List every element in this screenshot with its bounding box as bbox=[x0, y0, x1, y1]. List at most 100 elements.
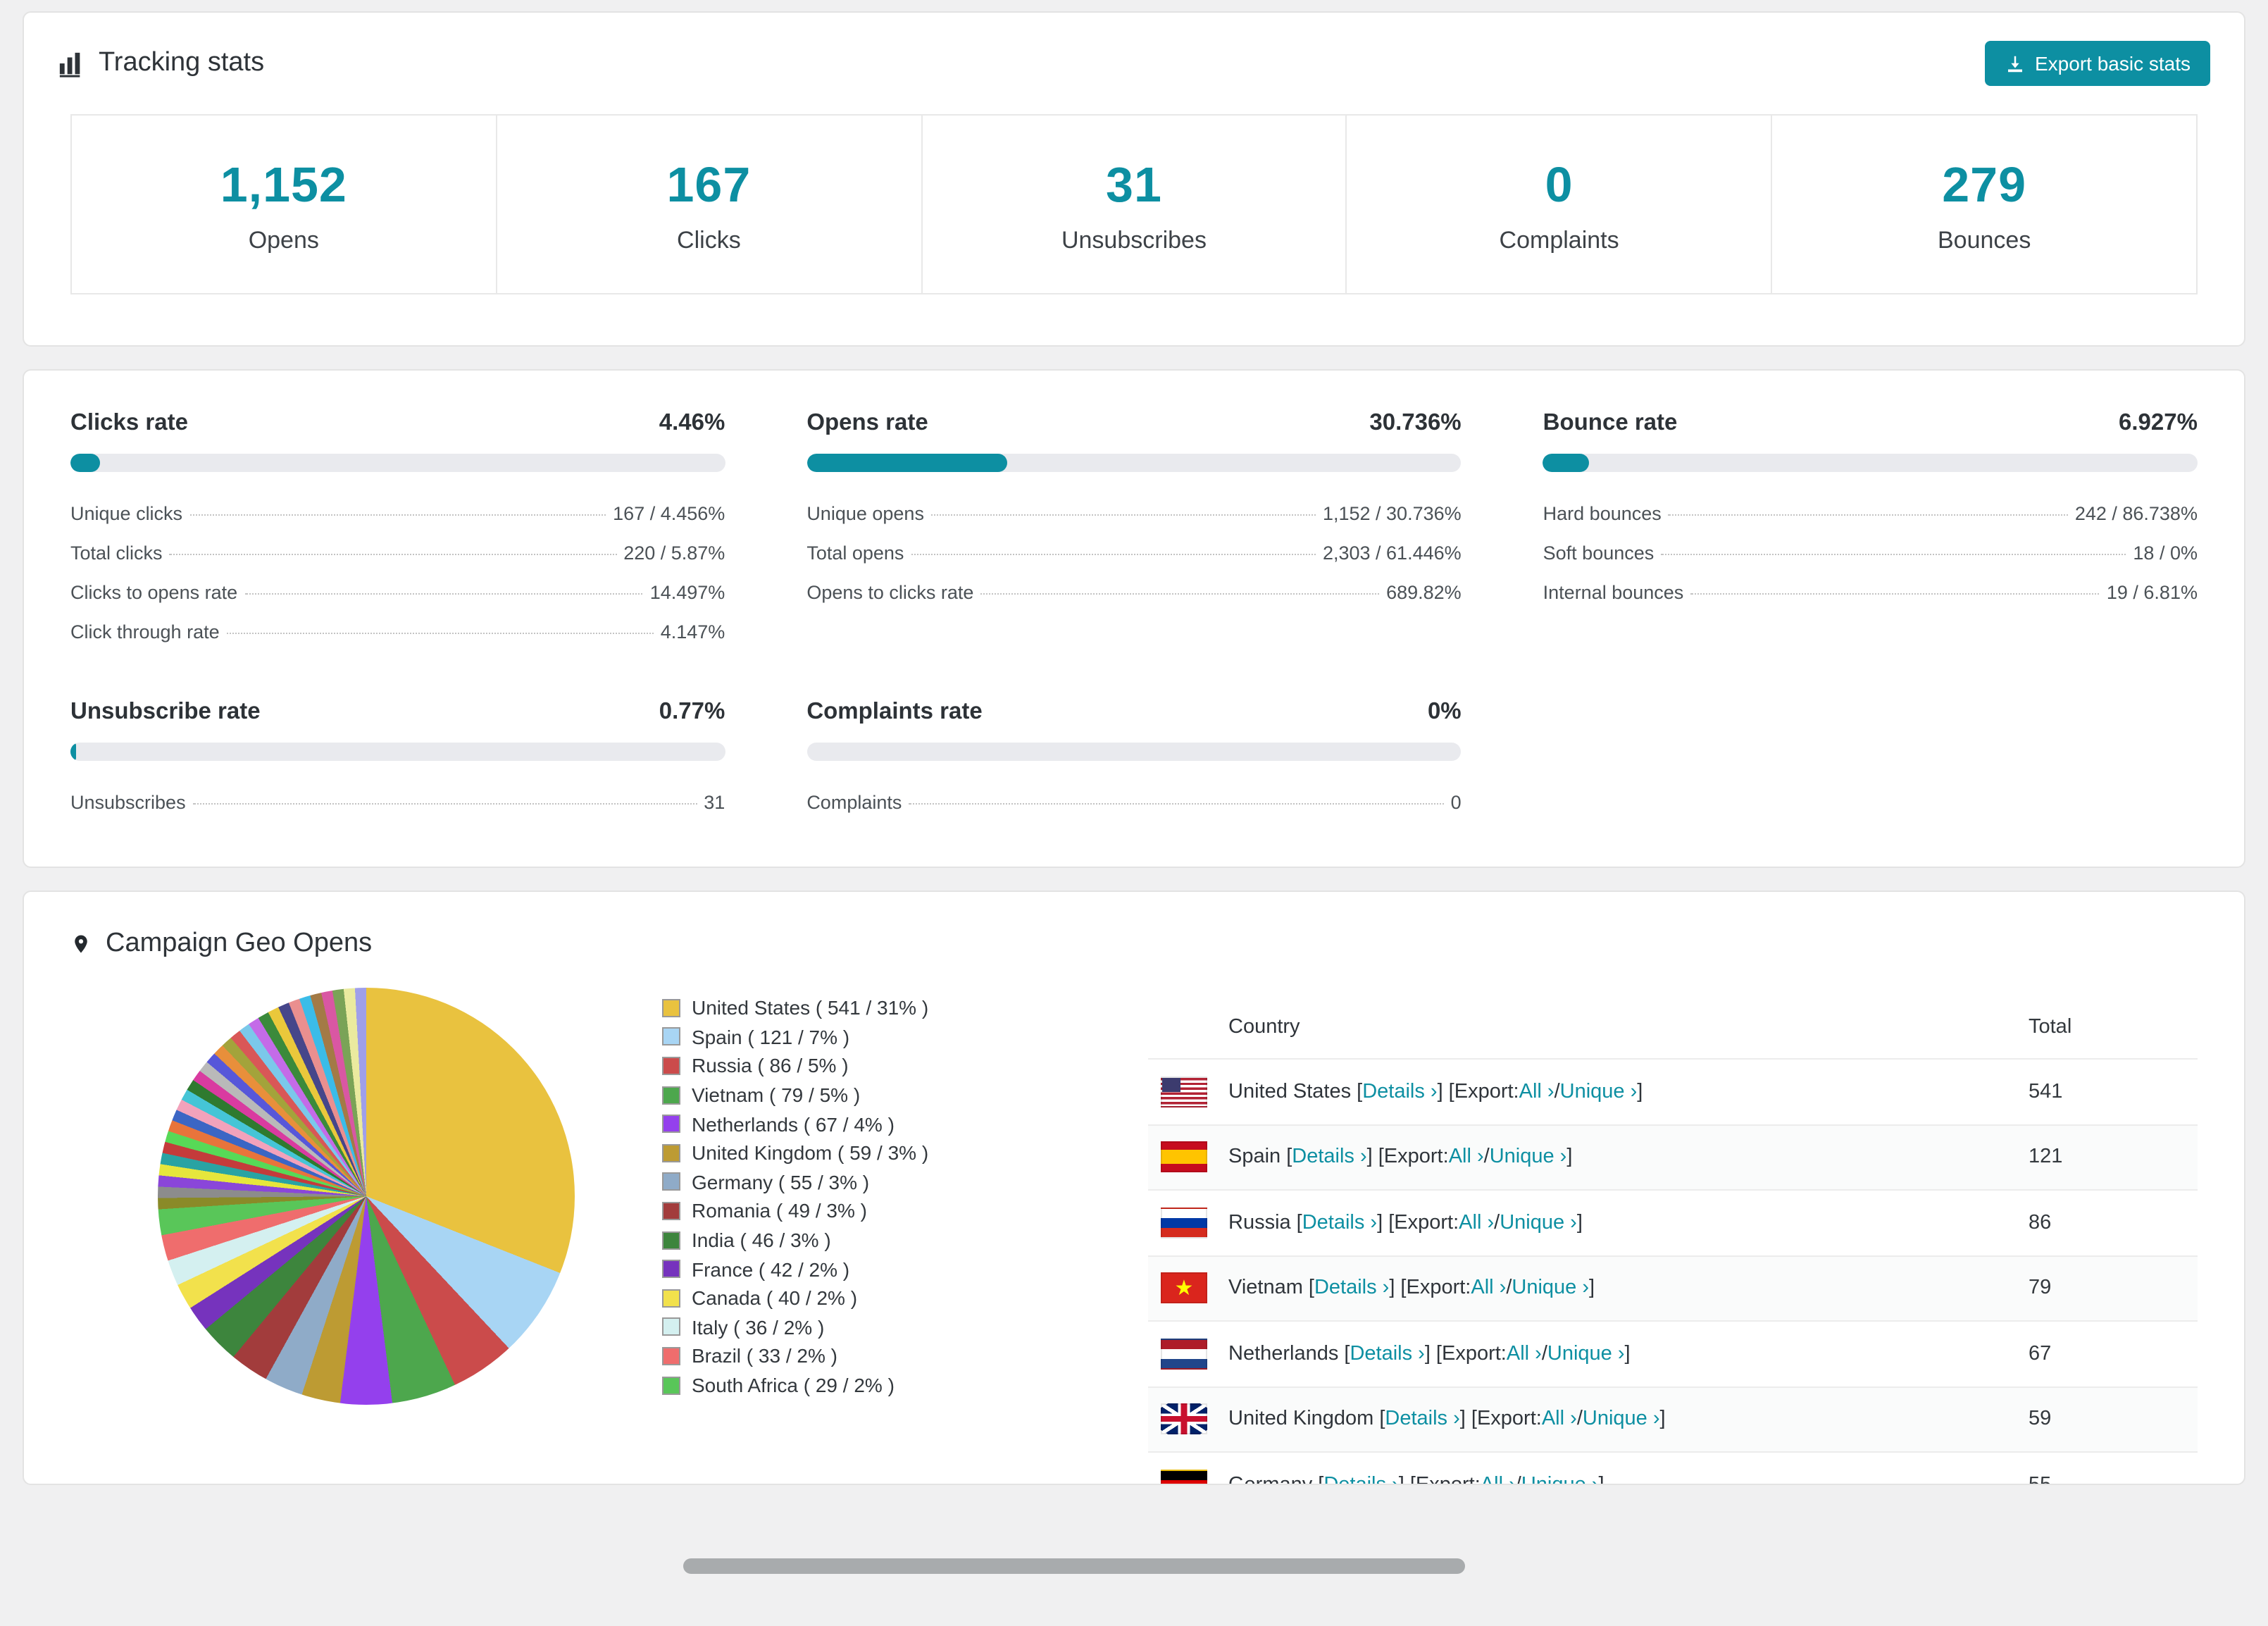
total-cell: 55 bbox=[2029, 1473, 2052, 1485]
export-label: ] [Export: bbox=[1398, 1473, 1481, 1485]
rate-detail-value: 31 bbox=[704, 791, 725, 812]
export-all-link[interactable]: All › bbox=[1507, 1343, 1542, 1365]
legend-label: Italy ( 36 / 2% ) bbox=[692, 1315, 825, 1339]
dotted-leader bbox=[189, 514, 606, 515]
details-link[interactable]: Details › bbox=[1385, 1408, 1459, 1431]
legend-label: France ( 42 / 2% ) bbox=[692, 1258, 850, 1281]
country-name: Russia bbox=[1228, 1211, 1291, 1234]
legend-item: Canada ( 40 / 2% ) bbox=[662, 1284, 1148, 1312]
country-name: United States bbox=[1228, 1080, 1352, 1103]
rate-detail-row: Unique opens 1,152 / 30.736% bbox=[806, 493, 1461, 533]
country-flag-icon bbox=[1161, 1141, 1207, 1173]
rate-progress-bar bbox=[1543, 454, 2198, 472]
legend-item: United States ( 541 / 31% ) bbox=[662, 993, 1148, 1022]
slash-separator: / bbox=[1576, 1408, 1583, 1431]
total-cell: 541 bbox=[2029, 1080, 2063, 1103]
legend-color-swatch bbox=[662, 1086, 680, 1105]
country-cell: Russia [ Details › ] [Export: All › / Un… bbox=[1228, 1212, 2029, 1234]
rate-detail-rows: Unique clicks 167 / 4.456% Total clicks … bbox=[70, 493, 725, 651]
slash-separator: / bbox=[1494, 1211, 1500, 1234]
export-unique-link[interactable]: Unique › bbox=[1547, 1343, 1625, 1365]
export-basic-stats-button[interactable]: Export basic stats bbox=[1984, 41, 2210, 86]
bracket-close: ] bbox=[1566, 1146, 1573, 1169]
rate-detail-label: Clicks to opens rate bbox=[70, 581, 238, 602]
total-cell: 79 bbox=[2029, 1277, 2052, 1300]
export-all-link[interactable]: All › bbox=[1481, 1474, 1516, 1484]
total-column-header: Total bbox=[2029, 1016, 2072, 1038]
legend-label: United Kingdom ( 59 / 3% ) bbox=[692, 1141, 929, 1165]
export-unique-link[interactable]: Unique › bbox=[1521, 1474, 1599, 1484]
bar-chart-icon bbox=[59, 51, 80, 77]
bracket-close: ] bbox=[1659, 1408, 1666, 1431]
rate-value: 0.77% bbox=[659, 699, 725, 724]
export-unique-link[interactable]: Unique › bbox=[1583, 1408, 1660, 1431]
tracking-stats-card: Tracking stats Export basic stats 1,152 … bbox=[23, 11, 2245, 347]
dotted-leader bbox=[1661, 553, 2126, 554]
export-unique-link[interactable]: Unique › bbox=[1560, 1081, 1638, 1103]
rate-detail-value: 0 bbox=[1450, 791, 1462, 812]
rate-value: 6.927% bbox=[2119, 410, 2198, 435]
export-all-link[interactable]: All › bbox=[1459, 1212, 1494, 1234]
export-unique-link[interactable]: Unique › bbox=[1490, 1146, 1567, 1169]
rate-detail-value: 14.497% bbox=[649, 581, 725, 602]
slash-separator: / bbox=[1506, 1277, 1512, 1300]
export-all-link[interactable]: All › bbox=[1542, 1408, 1577, 1431]
details-link[interactable]: Details › bbox=[1302, 1212, 1377, 1234]
rate-detail-row: Internal bounces 19 / 6.81% bbox=[1543, 572, 2198, 612]
rate-detail-label: Unique clicks bbox=[70, 502, 183, 523]
bracket-open: [ bbox=[1308, 1277, 1314, 1300]
rate-progress-bar bbox=[70, 743, 725, 761]
country-name: Netherlands bbox=[1228, 1342, 1339, 1365]
country-flag-icon bbox=[1161, 1469, 1207, 1484]
rate-detail-value: 4.147% bbox=[660, 621, 725, 642]
legend-label: United States ( 541 / 31% ) bbox=[692, 996, 929, 1019]
details-link[interactable]: Details › bbox=[1323, 1474, 1398, 1484]
export-unique-link[interactable]: Unique › bbox=[1512, 1277, 1589, 1300]
export-all-link[interactable]: All › bbox=[1471, 1277, 1506, 1300]
rate-detail-label: Internal bounces bbox=[1543, 581, 1684, 602]
geo-table-row: Netherlands [ Details › ] [Export: All ›… bbox=[1148, 1320, 2198, 1386]
legend-item: Netherlands ( 67 / 4% ) bbox=[662, 1110, 1148, 1138]
rate-detail-value: 242 / 86.738% bbox=[2074, 502, 2198, 523]
export-all-link[interactable]: All › bbox=[1519, 1081, 1554, 1103]
rate-title: Clicks rate bbox=[70, 410, 188, 435]
details-link[interactable]: Details › bbox=[1292, 1146, 1366, 1169]
details-link[interactable]: Details › bbox=[1350, 1343, 1424, 1365]
details-link[interactable]: Details › bbox=[1362, 1081, 1437, 1103]
summary-stat-value: 31 bbox=[1106, 158, 1162, 213]
summary-stat-label: Clicks bbox=[677, 227, 741, 254]
export-label: ] [Export: bbox=[1366, 1146, 1449, 1169]
map-pin-icon bbox=[75, 935, 87, 953]
country-flag-icon bbox=[1161, 1338, 1207, 1370]
rate-detail-row: Unsubscribes 31 bbox=[70, 782, 725, 821]
country-column-header: Country bbox=[1228, 1016, 1300, 1038]
legend-color-swatch bbox=[662, 1346, 680, 1365]
bracket-open: [ bbox=[1318, 1473, 1324, 1485]
rate-detail-rows: Unsubscribes 31 bbox=[70, 782, 725, 821]
rate-progress-bar-fill bbox=[70, 454, 100, 472]
dotted-leader bbox=[930, 514, 1316, 515]
details-link[interactable]: Details › bbox=[1314, 1277, 1389, 1300]
legend-item: Italy ( 36 / 2% ) bbox=[662, 1312, 1148, 1341]
slash-separator: / bbox=[1483, 1146, 1490, 1169]
geo-table-header-row: Country Total bbox=[1148, 996, 2198, 1058]
rate-header: Clicks rate 4.46% bbox=[70, 410, 725, 437]
rates-card: Clicks rate 4.46% Unique clicks 167 / 4.… bbox=[23, 369, 2245, 868]
summary-stat-label: Bounces bbox=[1938, 227, 2031, 254]
horizontal-scrollbar-thumb[interactable] bbox=[683, 1558, 1465, 1574]
rate-detail-rows: Complaints 0 bbox=[806, 782, 1461, 821]
legend-color-swatch bbox=[662, 1260, 680, 1279]
legend-label: Germany ( 55 / 3% ) bbox=[692, 1170, 870, 1193]
legend-color-swatch bbox=[662, 1231, 680, 1250]
country-flag-icon bbox=[1161, 1207, 1207, 1239]
export-unique-link[interactable]: Unique › bbox=[1500, 1212, 1577, 1234]
export-all-link[interactable]: All › bbox=[1449, 1146, 1484, 1169]
legend-item: Russia ( 86 / 5% ) bbox=[662, 1051, 1148, 1080]
geo-table-row: Germany [ Details › ] [Export: All › / U… bbox=[1148, 1451, 2198, 1485]
legend-color-swatch bbox=[662, 1201, 680, 1220]
export-label: ] [Export: bbox=[1437, 1080, 1519, 1103]
rate-detail-row: Unique clicks 167 / 4.456% bbox=[70, 493, 725, 533]
total-cell: 121 bbox=[2029, 1146, 2063, 1169]
summary-stat-value: 167 bbox=[666, 158, 752, 213]
dotted-leader bbox=[911, 553, 1316, 554]
